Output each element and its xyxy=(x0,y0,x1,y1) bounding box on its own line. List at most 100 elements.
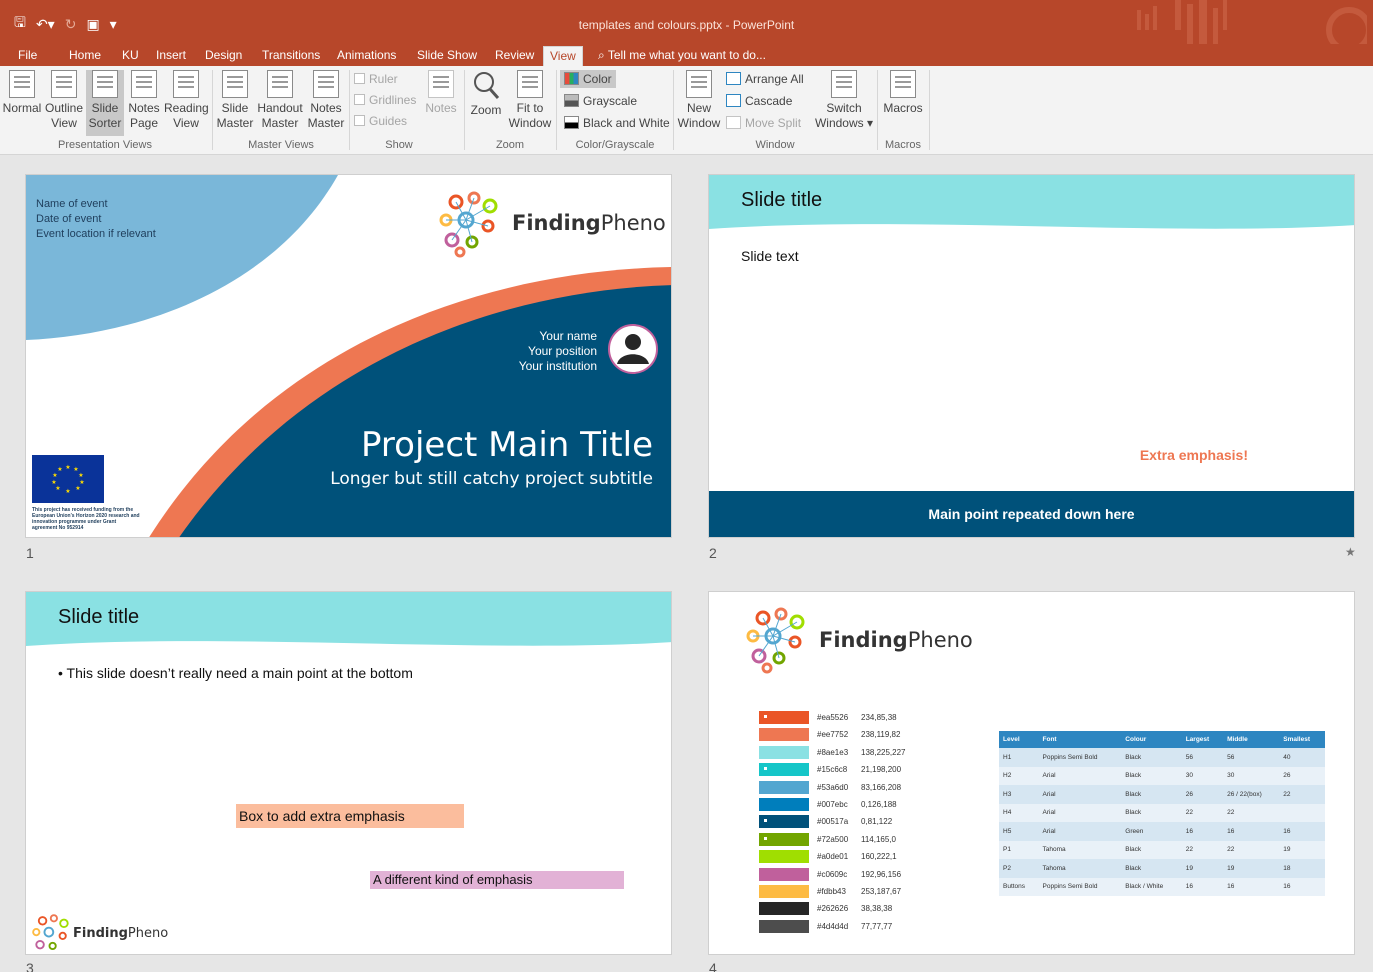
macros-button[interactable]: Macros xyxy=(880,70,926,136)
table-row: H3 Arial Black 26 26 / 22(box) 22 xyxy=(999,785,1325,804)
ruler-checkbox[interactable]: Ruler xyxy=(354,71,398,87)
outline-view-button[interactable]: Outline View xyxy=(44,70,84,136)
table-cell: 16 xyxy=(1223,822,1280,841)
transition-star-icon[interactable]: ★ xyxy=(1345,545,1356,559)
svg-text:★: ★ xyxy=(52,472,57,479)
swatch-chip xyxy=(759,763,809,777)
table-row: H4 Arial Black 22 22 xyxy=(999,803,1325,822)
zoom-button[interactable]: Zoom xyxy=(467,70,505,136)
swatch-rgb: 114,165,0 xyxy=(861,834,896,844)
color-grayscale-group-label: Color/Grayscale xyxy=(575,139,655,151)
table-cell: Arial xyxy=(1038,803,1122,822)
slide-thumbnail-3[interactable]: Slide title • This slide doesn’t really … xyxy=(25,591,672,955)
tab-design[interactable]: Design xyxy=(199,46,248,66)
tab-transitions[interactable]: Transitions xyxy=(256,46,326,66)
switch-windows-button[interactable]: Switch Windows ▾ xyxy=(812,70,876,136)
table-cell: 22 xyxy=(1279,785,1325,804)
slide-thumbnail-2[interactable]: Slide title Slide text Extra emphasis! M… xyxy=(708,174,1355,538)
cascade-button[interactable]: Cascade xyxy=(726,93,792,109)
ribbon: Normal Outline View Slide Sorter Notes P… xyxy=(0,66,1373,155)
reading-view-button[interactable]: Reading View xyxy=(164,70,209,136)
swatch-hex: #8ae1e3 xyxy=(817,747,849,757)
brand-light: Pheno xyxy=(127,926,169,941)
notes-page-button[interactable]: Notes Page xyxy=(126,70,162,136)
swatch-chip xyxy=(759,745,809,759)
swatch-row: #a0de01 160,222,1 xyxy=(759,849,897,864)
slide-thumbnail-1[interactable]: Name of event Date of event Event locati… xyxy=(25,174,672,538)
table-cell: H3 xyxy=(999,785,1039,804)
tab-file[interactable]: File xyxy=(12,46,43,66)
tab-review[interactable]: Review xyxy=(489,46,540,66)
table-cell: 18 xyxy=(1279,859,1325,878)
table-header-cell: Middle xyxy=(1223,731,1280,748)
slide-master-button[interactable]: Slide Master xyxy=(216,70,254,136)
findingpheno-logo-icon xyxy=(439,191,498,258)
event-name: Name of event xyxy=(36,198,108,210)
move-split-button[interactable]: Move Split xyxy=(726,115,801,131)
tab-insert[interactable]: Insert xyxy=(150,46,192,66)
svg-text:★: ★ xyxy=(65,488,70,495)
table-cell: Arial xyxy=(1038,766,1122,785)
table-header-cell: Largest xyxy=(1181,731,1224,748)
guides-checkbox[interactable]: Guides xyxy=(354,113,407,129)
table-row: P2 Tahoma Black 19 19 18 xyxy=(999,859,1325,878)
gridlines-checkbox[interactable]: Gridlines xyxy=(354,92,416,108)
new-window-label-2: Window xyxy=(677,116,721,130)
fit-to-window-icon xyxy=(517,70,543,98)
slide-3-bullet: • This slide doesn’t really need a main … xyxy=(58,665,413,681)
move-split-label: Move Split xyxy=(745,116,802,130)
swatch-chip xyxy=(759,798,809,811)
swatch-hex: #262626 xyxy=(817,904,849,914)
project-subtitle: Longer but still catchy project subtitle xyxy=(330,469,653,489)
brand-light: Pheno xyxy=(907,628,973,652)
fit-to-window-button[interactable]: Fit to Window xyxy=(508,70,552,136)
grayscale-button[interactable]: Grayscale xyxy=(564,93,637,109)
outline-view-label-2: View xyxy=(51,116,77,130)
separator xyxy=(556,70,557,150)
tab-ku[interactable]: KU xyxy=(116,46,145,66)
arrange-all-label: Arrange All xyxy=(745,72,804,86)
tab-home[interactable]: Home xyxy=(63,46,107,66)
swatch-hex: #53a6d0 xyxy=(817,782,849,792)
grayscale-icon xyxy=(564,94,579,107)
table-cell: Buttons xyxy=(999,877,1039,896)
table-cell: 30 xyxy=(1223,766,1280,785)
swatch-row: #262626 38,38,38 xyxy=(759,901,892,916)
separator xyxy=(673,70,674,150)
handout-master-button[interactable]: Handout Master xyxy=(256,70,304,136)
swatch-hex: #15c6c8 xyxy=(817,765,848,775)
notes-master-label-2: Master xyxy=(307,116,345,130)
tab-animations[interactable]: Animations xyxy=(331,46,402,66)
tab-view[interactable]: View xyxy=(543,46,583,66)
speaker-info: Your name Your position Your institution xyxy=(519,329,597,374)
handout-master-icon xyxy=(267,70,293,98)
table-cell: 26 xyxy=(1279,766,1325,785)
tab-slide-show[interactable]: Slide Show xyxy=(411,46,483,66)
table-header-cell: Level xyxy=(999,731,1039,748)
table-cell: 56 xyxy=(1223,748,1280,767)
switch-windows-icon xyxy=(831,70,857,98)
normal-view-button[interactable]: Normal xyxy=(2,70,42,136)
slide-thumbnail-4[interactable]: FindingPheno #ea5526 234,85,38 #ee7752 238,… xyxy=(708,591,1355,955)
new-window-button[interactable]: New Window xyxy=(676,70,722,136)
notes-button[interactable]: Notes xyxy=(422,70,460,136)
swatch-hex: #007ebc xyxy=(817,800,848,809)
color-button[interactable]: Color xyxy=(560,70,616,88)
tell-me-box[interactable]: ⌕ Tell me what you want to do... xyxy=(598,46,766,64)
zoom-icon xyxy=(474,72,500,99)
slide-number-4: 4 xyxy=(709,960,717,972)
table-cell: Arial xyxy=(1038,785,1122,804)
table-row: H2 Arial Black 30 30 26 xyxy=(999,766,1325,785)
funding-statement: This project has received funding from t… xyxy=(32,507,140,531)
swatch-rgb: 0,126,188 xyxy=(861,800,897,809)
notes-master-button[interactable]: Notes Master xyxy=(306,70,346,136)
table-header-cell: Colour xyxy=(1121,731,1182,748)
slide-sorter-button[interactable]: Slide Sorter xyxy=(86,70,124,136)
table-cell: Black xyxy=(1121,859,1182,878)
swatch-chip xyxy=(759,728,809,742)
black-and-white-button[interactable]: Black and White xyxy=(564,115,670,131)
swatch-rgb: 77,77,77 xyxy=(861,921,893,931)
swatch-chip xyxy=(759,711,809,724)
notes-master-icon xyxy=(313,70,339,98)
arrange-all-button[interactable]: Arrange All xyxy=(726,71,804,87)
